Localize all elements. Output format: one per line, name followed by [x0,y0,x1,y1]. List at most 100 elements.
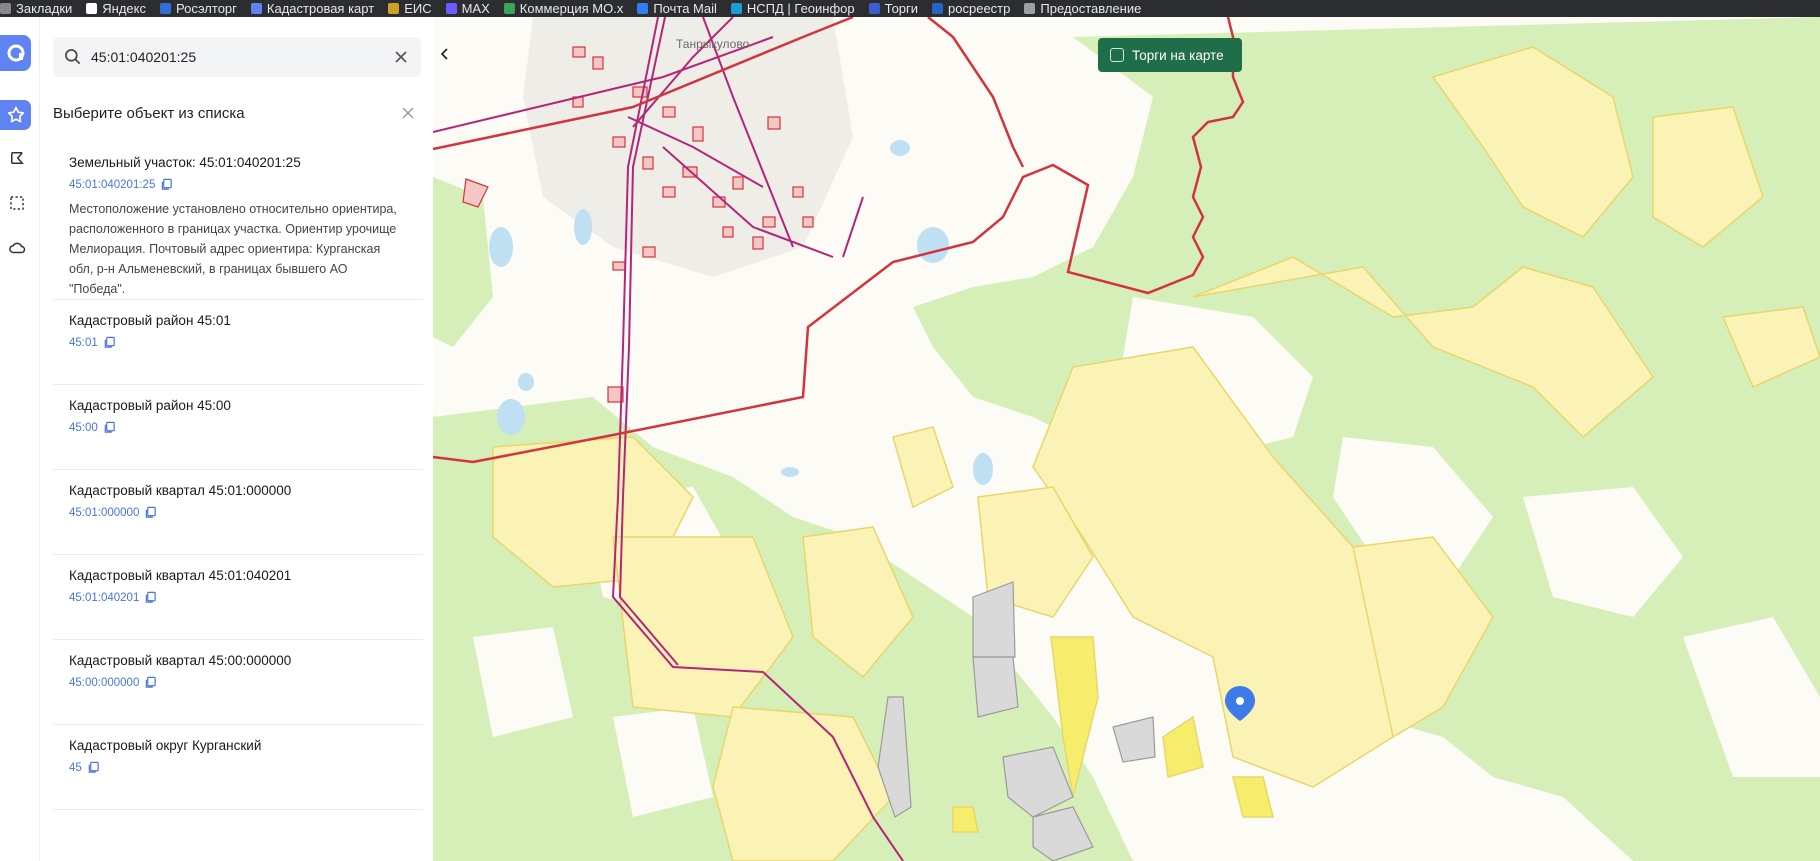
item-code[interactable]: 45:01 [69,336,407,349]
selection-title: Выберите объект из списка [53,105,245,122]
bookmark-label: Закладки [16,1,73,16]
favorites-button[interactable] [0,100,31,130]
copy-icon[interactable] [144,506,157,519]
close-icon[interactable] [391,47,411,67]
bookmark-item[interactable]: MAX [445,1,490,16]
star-icon [7,106,24,123]
item-code-text[interactable]: 45:01:040201 [69,592,139,604]
torgi-toggle-label: Торги на карте [1132,47,1224,63]
copy-icon[interactable] [144,676,157,689]
list-item[interactable]: Кадастровый квартал 45:00:000000 45:00:00… [53,640,423,725]
yandex-icon [86,3,98,14]
bookmark-label: Яндекс [102,1,146,16]
torgi-toggle[interactable]: Торги на карте [1098,38,1242,72]
bookmark-label: Кадастровая карт [266,1,375,16]
copy-icon[interactable] [144,591,157,604]
bookmark-item[interactable]: Почта Mail [637,1,717,16]
left-toolbar [0,17,40,861]
list-item[interactable]: Земельный участок: 45:01:040201:25 45:01:… [53,142,423,300]
cadastral-map-icon [250,3,262,14]
list-item[interactable]: Кадастровый округ Курганский 45 [53,725,423,810]
chevron-left-icon [440,48,448,60]
bookmark-label: росреестр [948,1,1011,16]
polygon-icon [11,152,24,164]
item-code-text[interactable]: 45 [69,762,82,774]
roseltorg-icon [159,3,171,14]
item-code[interactable]: 45:00 [69,421,407,434]
bookmark-item[interactable]: Росэлторг [159,1,237,16]
copy-icon[interactable] [160,178,173,191]
bookmark-item[interactable]: Торги [868,1,919,16]
cloud-icon [9,242,26,254]
bookmark-label: MAX [461,1,490,16]
bookmark-label: ЕИС [404,1,432,16]
mail-icon [637,3,649,14]
bookmark-item[interactable]: НСПД | Геоинфор [730,1,855,16]
item-code-text[interactable]: 45:00:000000 [69,677,139,689]
item-code-text[interactable]: 45:01:000000 [69,507,139,519]
app-logo[interactable] [0,35,31,71]
list-item[interactable]: Кадастровый район 45:01 45:01 [53,300,423,385]
bookmarks-bar: Закладки Яндекс Росэлторг Кадастровая карт Е… [0,0,1820,17]
bookmark-item[interactable]: Предоставление [1024,1,1141,16]
bookmark-label: Коммерция МО.х [519,1,624,16]
gosuslugi-icon [1024,3,1036,14]
item-title: Кадастровый квартал 45:00:000000 [69,653,292,668]
bookmark-item[interactable]: Яндекс [86,1,146,16]
item-title: Кадастровый квартал 45:01:040201 [69,568,292,583]
eis-icon [388,3,400,14]
close-selection-icon[interactable] [400,105,416,121]
bookmark-label: НСПД | Геоинфор [746,1,855,16]
search-icon [65,49,81,65]
item-title: Кадастровый квартал 45:01:000000 [69,483,292,498]
rosreestr-icon [932,3,944,14]
copy-icon[interactable] [103,421,116,434]
item-code-text[interactable]: 45:00 [69,422,98,434]
bookmark-label: Торги [884,1,919,16]
search-input[interactable] [91,49,381,65]
item-code-text[interactable]: 45:01:040201:25 [69,179,155,191]
copy-icon[interactable] [103,336,116,349]
item-code[interactable]: 45:01:000000 [69,506,407,519]
bookmark-item[interactable]: росреестр [932,1,1010,16]
item-title: Земельный участок: 45:01:040201:25 [69,155,301,170]
item-title: Кадастровый район 45:01 [69,313,231,328]
max-icon [445,3,457,14]
bookmark-item[interactable]: ЕИС [388,1,432,16]
torgi-checkbox[interactable] [1110,48,1124,62]
item-title: Кадастровый округ Курганский [69,738,262,753]
item-code[interactable]: 45:01:040201 [69,591,407,604]
item-code[interactable]: 45:00:000000 [69,676,407,689]
list-item[interactable]: Кадастровый квартал 45:01:000000 45:01:00… [53,470,423,555]
cloud-button[interactable] [2,233,32,263]
select-area-icon [10,196,24,210]
village-label: Танрыкулово [676,37,750,51]
map-canvas [433,17,1820,861]
item-code-text[interactable]: 45:01 [69,337,98,349]
nspd-icon [730,3,742,14]
commerce-icon [503,3,515,14]
bookmark-label: Предоставление [1040,1,1142,16]
bookmark-label: Росэлторг [175,1,237,16]
search-panel: Выберите объект из списка Земельный учас… [40,17,433,861]
torgi-icon [868,3,880,14]
bookmark-item[interactable]: Закладки [0,1,72,16]
item-title: Кадастровый район 45:00 [69,398,231,413]
item-code[interactable]: 45:01:040201:25 [69,178,407,191]
bookmark-label: Почта Mail [653,1,717,16]
item-description: Местоположение установлено относительно … [69,202,397,296]
measure-polygon-button[interactable] [2,143,32,173]
collapse-panel-button[interactable] [433,42,457,66]
bookmark-item[interactable]: Кадастровая карт [250,1,375,16]
search-box [53,37,421,77]
logo-icon [7,44,24,62]
object-list: Земельный участок: 45:01:040201:25 45:01:… [53,142,423,810]
copy-icon[interactable] [87,761,100,774]
item-code[interactable]: 45 [69,761,407,774]
list-item[interactable]: Кадастровый квартал 45:01:040201 45:01:04… [53,555,423,640]
bookmark-icon [0,3,11,14]
map-view[interactable] [433,17,1820,861]
select-area-button[interactable] [2,188,32,218]
list-item[interactable]: Кадастровый район 45:00 45:00 [53,385,423,470]
bookmark-item[interactable]: Коммерция МО.х [503,1,624,16]
